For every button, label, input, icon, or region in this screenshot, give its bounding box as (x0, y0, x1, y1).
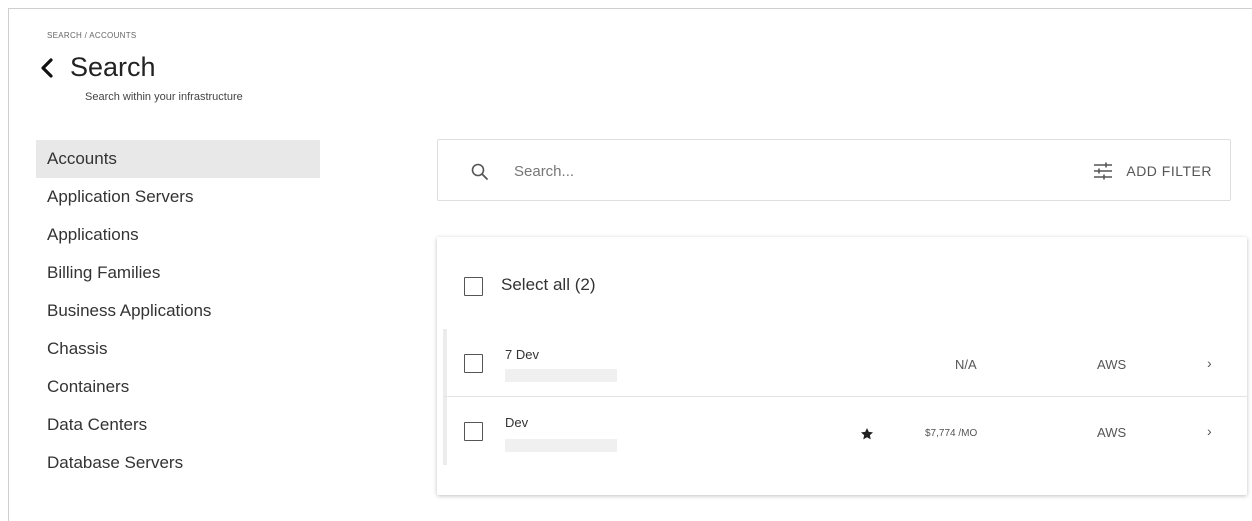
select-all-checkbox[interactable] (464, 277, 483, 296)
add-filter-button[interactable]: ADD FILTER (1092, 158, 1212, 184)
select-all-label: Select all (2) (501, 275, 596, 294)
search-input[interactable] (514, 158, 1014, 184)
row-name[interactable]: Dev (505, 415, 528, 430)
sidebar-item-billing-families[interactable]: Billing Families (36, 254, 320, 292)
sidebar-item-data-centers[interactable]: Data Centers (36, 406, 320, 444)
chevron-left-icon[interactable] (40, 54, 62, 82)
select-all-row: Select all (2) (437, 237, 1247, 331)
add-filter-label: ADD FILTER (1126, 163, 1212, 179)
row-divider (443, 396, 1247, 397)
sidebar: Accounts Application Servers Application… (36, 140, 320, 482)
sidebar-item-database-servers[interactable]: Database Servers (36, 444, 320, 482)
breadcrumb: SEARCH / ACCOUNTS (47, 31, 137, 40)
row-indicator (443, 329, 447, 397)
row-checkbox[interactable] (464, 422, 483, 441)
row-name[interactable]: 7 Dev (505, 347, 539, 362)
row-cost: $7,774 /MO (925, 428, 978, 439)
star-icon[interactable] (860, 427, 874, 441)
row-indicator (443, 397, 447, 465)
page-title: Search (70, 52, 156, 82)
row-cost: N/A (955, 357, 977, 372)
chevron-right-icon[interactable]: › (1207, 355, 1212, 371)
page-subtitle: Search within your infrastructure (85, 91, 243, 103)
row-checkbox[interactable] (464, 354, 483, 373)
sidebar-item-application-servers[interactable]: Application Servers (36, 178, 320, 216)
search-icon (470, 162, 490, 182)
table-row[interactable]: Dev $7,774 /MO AWS › (443, 397, 1247, 465)
row-subtitle-placeholder (505, 369, 617, 382)
chevron-right-icon[interactable]: › (1207, 423, 1212, 439)
results-panel: Select all (2) 7 Dev N/A AWS › Dev $7,77… (437, 237, 1247, 495)
sidebar-item-business-applications[interactable]: Business Applications (36, 292, 320, 330)
search-bar: ADD FILTER (437, 139, 1231, 201)
sliders-icon (1092, 162, 1114, 180)
table-row[interactable]: 7 Dev N/A AWS › (443, 329, 1247, 397)
row-subtitle-placeholder (505, 439, 617, 452)
page-header: Search (40, 52, 156, 83)
row-provider: AWS (1097, 425, 1127, 440)
sidebar-item-containers[interactable]: Containers (36, 368, 320, 406)
sidebar-item-accounts[interactable]: Accounts (36, 140, 320, 178)
sidebar-item-applications[interactable]: Applications (36, 216, 320, 254)
sidebar-item-chassis[interactable]: Chassis (36, 330, 320, 368)
row-provider: AWS (1097, 357, 1127, 372)
